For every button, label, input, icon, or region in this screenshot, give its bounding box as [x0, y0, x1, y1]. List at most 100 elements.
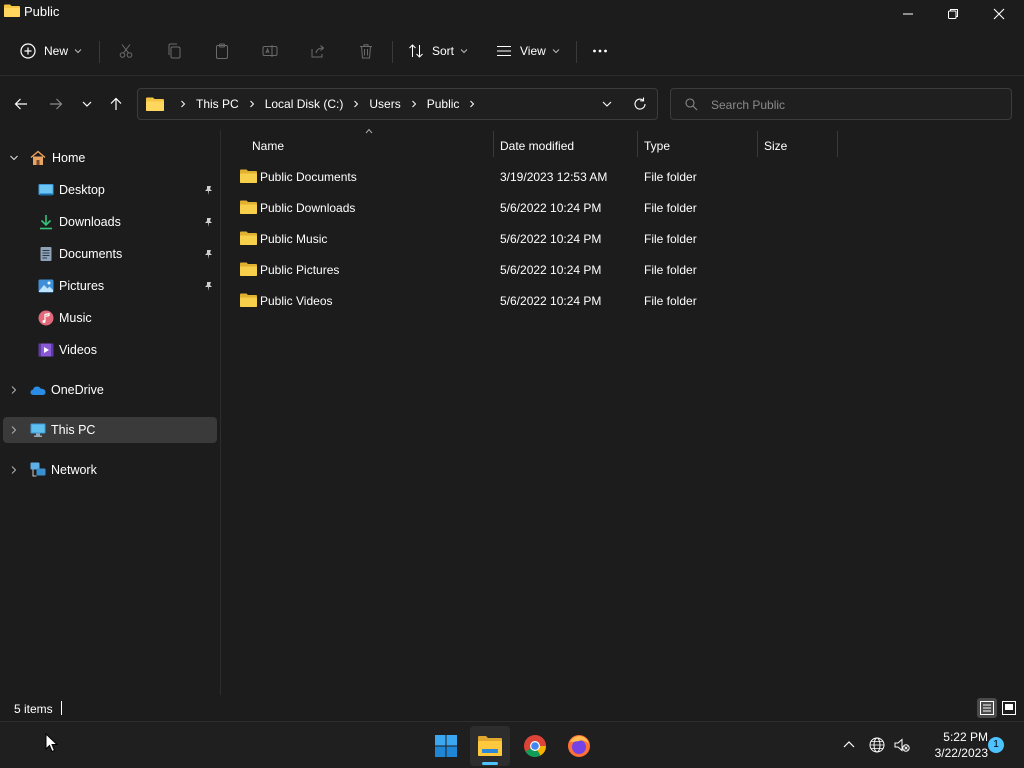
sidebar-item-network[interactable]: Network — [3, 457, 217, 483]
network-globe-icon[interactable] — [868, 736, 886, 754]
details-view-button[interactable] — [977, 698, 997, 718]
chevron-right-icon[interactable] — [9, 425, 19, 435]
column-divider[interactable] — [757, 131, 758, 157]
breadcrumb-users[interactable]: Users — [369, 97, 400, 111]
column-header-type[interactable]: Type — [644, 135, 756, 157]
rename-button[interactable] — [262, 38, 278, 64]
forward-button[interactable] — [44, 92, 68, 116]
chevron-right-icon[interactable] — [352, 100, 360, 108]
music-icon — [38, 310, 54, 326]
network-icon — [30, 462, 46, 477]
file-date: 5/6/2022 10:24 PM — [500, 232, 602, 246]
sidebar-item-onedrive[interactable]: OneDrive — [3, 377, 217, 403]
taskbar-firefox[interactable] — [559, 726, 599, 766]
taskbar-file-explorer[interactable] — [470, 726, 510, 766]
back-button[interactable] — [9, 92, 33, 116]
download-icon — [40, 215, 52, 230]
table-row[interactable]: Public Downloads 5/6/2022 10:24 PM File … — [232, 194, 832, 222]
sidebar-item-desktop[interactable]: Desktop — [3, 177, 217, 203]
pin-icon — [205, 281, 212, 291]
chevron-right-icon[interactable] — [248, 100, 256, 108]
breadcrumb-public[interactable]: Public — [427, 97, 460, 111]
sidebar-item-pictures[interactable]: Pictures — [3, 273, 217, 299]
more-options-button[interactable] — [592, 38, 608, 64]
column-header-size[interactable]: Size — [764, 135, 836, 157]
more-icon — [593, 49, 607, 53]
mouse-cursor-icon — [45, 733, 59, 753]
address-bar[interactable]: This PC Local Disk (C:) Users Public — [137, 88, 658, 120]
folder-icon — [146, 97, 164, 111]
address-history-icon[interactable] — [599, 96, 615, 112]
column-header-name[interactable]: Name — [252, 135, 492, 157]
close-button[interactable] — [976, 0, 1022, 28]
chevron-right-icon[interactable] — [9, 465, 19, 475]
breadcrumb-this-pc[interactable]: This PC — [196, 97, 239, 111]
search-icon — [685, 98, 698, 111]
pictures-icon — [38, 279, 54, 293]
column-divider[interactable] — [837, 131, 838, 157]
large-icons-view-button[interactable] — [999, 698, 1019, 718]
minimize-icon — [903, 13, 913, 15]
new-button[interactable]: New — [20, 38, 82, 64]
sidebar-item-downloads[interactable]: Downloads — [3, 209, 217, 235]
chevron-right-icon[interactable] — [9, 385, 19, 395]
sidebar-item-this-pc[interactable]: This PC — [3, 417, 217, 443]
plus-circle-icon — [20, 43, 36, 59]
notification-badge[interactable]: 1 — [988, 737, 1004, 753]
view-button[interactable]: View — [496, 38, 560, 64]
breadcrumb-local-disk[interactable]: Local Disk (C:) — [265, 97, 344, 111]
table-row[interactable]: Public Videos 5/6/2022 10:24 PM File fol… — [232, 287, 832, 315]
chevron-right-icon[interactable] — [468, 100, 476, 108]
pane-divider[interactable] — [220, 130, 221, 695]
sort-button[interactable]: Sort — [408, 38, 468, 64]
column-header-date-modified[interactable]: Date modified — [500, 135, 636, 157]
sidebar-item-home[interactable]: Home — [3, 145, 217, 171]
monitor-icon — [30, 423, 46, 437]
file-type: File folder — [644, 263, 697, 277]
folder-icon — [240, 293, 257, 307]
recent-locations-button[interactable] — [75, 92, 99, 116]
start-button[interactable] — [426, 726, 466, 766]
sidebar-item-music[interactable]: Music — [3, 305, 217, 331]
sidebar-item-label: This PC — [51, 423, 96, 437]
view-icon — [497, 46, 511, 56]
minimize-button[interactable] — [885, 0, 931, 28]
chevron-up-icon[interactable] — [840, 736, 858, 754]
sidebar-item-label: Music — [59, 311, 92, 325]
copy-icon — [168, 43, 181, 59]
restore-button[interactable] — [930, 0, 976, 28]
paste-button[interactable] — [214, 38, 230, 64]
share-button[interactable] — [310, 38, 326, 64]
sidebar-item-label: Network — [51, 463, 97, 477]
column-divider[interactable] — [493, 131, 494, 157]
folder-icon — [240, 231, 257, 245]
navigation-pane: Home Desktop Downloads Documents Picture… — [0, 130, 220, 695]
search-input[interactable] — [711, 96, 1001, 114]
sidebar-item-videos[interactable]: Videos — [3, 337, 217, 363]
up-button[interactable] — [104, 92, 128, 116]
chevron-down-icon[interactable] — [9, 153, 19, 163]
table-row[interactable]: Public Music 5/6/2022 10:24 PM File fold… — [232, 225, 832, 253]
system-clock[interactable]: 5:22 PM 3/22/2023 — [918, 729, 988, 761]
sidebar-item-documents[interactable]: Documents — [3, 241, 217, 267]
table-row[interactable]: Public Documents 3/19/2023 12:53 AM File… — [232, 163, 832, 191]
desktop-icon — [38, 184, 54, 196]
table-row[interactable]: Public Pictures 5/6/2022 10:24 PM File f… — [232, 256, 832, 284]
refresh-icon[interactable] — [632, 96, 648, 112]
share-icon — [311, 45, 325, 58]
folder-icon — [240, 169, 257, 183]
volume-muted-icon[interactable] — [893, 736, 911, 754]
search-box[interactable] — [670, 88, 1012, 120]
column-divider[interactable] — [637, 131, 638, 157]
chevron-down-icon — [552, 49, 560, 54]
copy-button[interactable] — [166, 38, 182, 64]
status-divider — [61, 701, 62, 715]
chevron-right-icon[interactable] — [410, 100, 418, 108]
breadcrumb: This PC Local Disk (C:) Users Public — [146, 89, 485, 119]
delete-button[interactable] — [358, 38, 374, 64]
file-type: File folder — [644, 201, 697, 215]
sidebar-item-label: Videos — [59, 343, 97, 357]
cut-button[interactable] — [118, 38, 134, 64]
taskbar-chrome[interactable] — [515, 726, 555, 766]
file-name: Public Videos — [260, 294, 333, 308]
